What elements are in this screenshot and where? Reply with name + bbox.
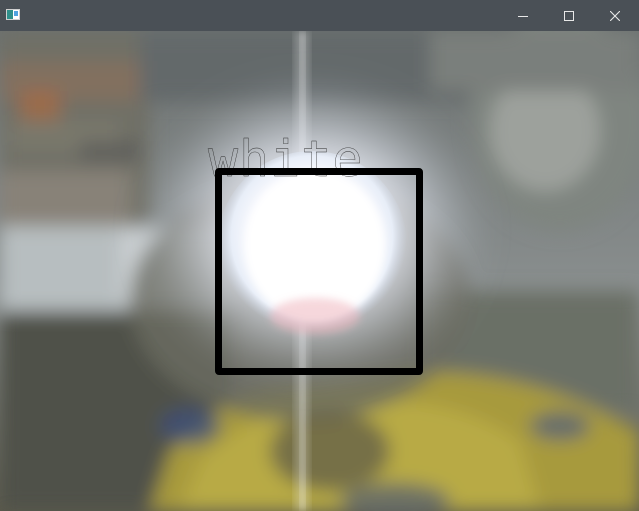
- maximize-button[interactable]: [546, 0, 592, 31]
- title-bar[interactable]: [0, 0, 639, 31]
- app-icon: [6, 9, 20, 20]
- close-button[interactable]: [592, 0, 638, 31]
- maximize-icon: [564, 10, 574, 21]
- detection-box: [215, 168, 423, 375]
- close-icon: [610, 10, 620, 21]
- minimize-icon: [518, 15, 528, 17]
- minimize-button[interactable]: [500, 0, 546, 31]
- app-window: white: [0, 0, 639, 511]
